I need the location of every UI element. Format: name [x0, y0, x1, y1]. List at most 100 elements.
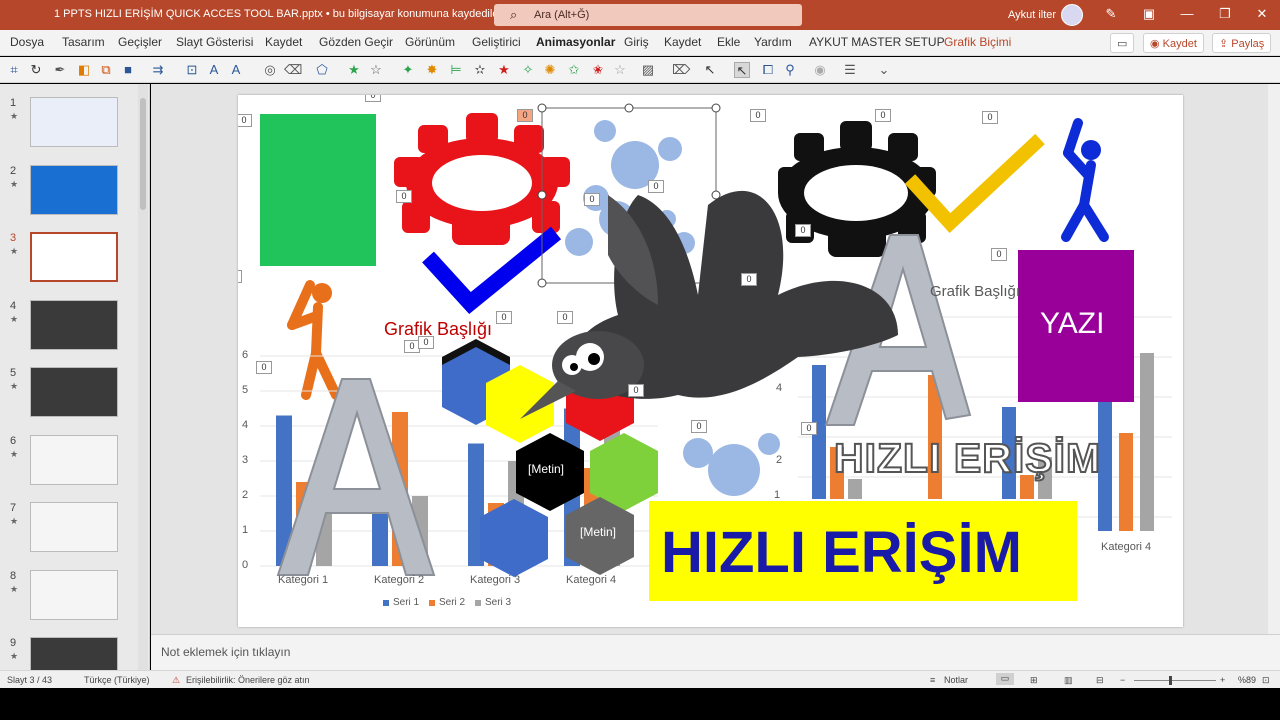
wordart-main-text[interactable]: HIZLI ERİŞİM	[661, 519, 1022, 586]
tab-aykut-master-setup[interactable]: AYKUT MASTER SETUP	[809, 35, 945, 49]
erase-shape-icon[interactable]: ⌦	[672, 62, 690, 78]
fit-slide-icon[interactable]: ⊡	[1262, 675, 1270, 686]
tab-ekle[interactable]: Ekle	[717, 35, 740, 49]
animation-tag[interactable]: 0	[584, 193, 600, 206]
animation-tag[interactable]: 0	[365, 95, 381, 102]
eyedropper-icon[interactable]: ✒	[52, 62, 68, 78]
yazi-text[interactable]: YAZI	[1040, 307, 1104, 341]
animation-tag[interactable]: 0	[795, 224, 811, 237]
animation-tag[interactable]: 0	[628, 384, 644, 397]
animation-tag[interactable]: 0	[875, 109, 891, 122]
star-emphasis-icon[interactable]: ✫	[472, 62, 488, 78]
more-commands-icon[interactable]: ⌄	[876, 62, 892, 78]
notes-toggle-label[interactable]: Notlar	[944, 675, 968, 685]
star-exit-icon[interactable]: ✬	[590, 62, 606, 78]
zoom-slider[interactable]	[1134, 680, 1216, 681]
slide-thumbnail-6[interactable]	[30, 435, 118, 485]
star-disabled-icon[interactable]: ☆	[612, 62, 628, 78]
slide-thumbnail-8[interactable]	[30, 570, 118, 620]
text-effect-icon[interactable]: A	[228, 62, 244, 78]
spark-icon[interactable]: ✺	[542, 62, 558, 78]
slide-thumbnail-2[interactable]	[30, 165, 118, 215]
language-indicator[interactable]: Türkçe (Türkiye)	[84, 675, 150, 685]
chart-title-right[interactable]: Grafik Başlığı	[930, 283, 1020, 300]
close-icon[interactable]: ✕	[1252, 6, 1272, 24]
blue-baseball-player-icon[interactable]	[1061, 118, 1109, 242]
star-outline-icon[interactable]: ☆	[368, 62, 384, 78]
zoom-in-icon[interactable]: +	[1220, 675, 1225, 685]
slide-sorter-icon[interactable]: ⊞	[1030, 675, 1038, 686]
animation-tag[interactable]: 0	[238, 114, 252, 127]
animation-tag[interactable]: 0	[991, 248, 1007, 261]
restore-icon[interactable]: ❐	[1215, 6, 1235, 24]
animation-tag[interactable]: 0	[801, 422, 817, 435]
bullets-icon[interactable]: ☰	[842, 62, 858, 78]
slide-canvas[interactable]: Grafik Başlığı Grafik Başlığı 0 1 2 3 4 5 6 Ka…	[238, 95, 1183, 627]
animation-tag[interactable]: 0	[396, 190, 412, 203]
crop-icon[interactable]: ⌗	[6, 62, 22, 78]
animation-tag[interactable]: 0	[982, 111, 998, 124]
ribbon-display-icon[interactable]: ▣	[1139, 6, 1159, 24]
tab-kaydet[interactable]: Kaydet	[265, 35, 302, 49]
effect-options-icon[interactable]: ✧	[520, 62, 536, 78]
select-arrow-icon[interactable]: ↖	[702, 62, 718, 78]
reading-view-icon[interactable]: ▥	[1064, 675, 1073, 686]
hexagon-label-1[interactable]: [Metin]	[528, 462, 564, 476]
search-box[interactable]: ⌕ Ara (Alt+Ğ)	[494, 4, 802, 26]
tab-gorunum[interactable]: Görünüm	[405, 35, 455, 49]
slide-thumbnail-7[interactable]	[30, 502, 118, 552]
format-painter-icon[interactable]: ⚲	[782, 62, 798, 78]
slide-thumbnail-3[interactable]	[30, 232, 118, 282]
share-button[interactable]: ⇪ Paylaş	[1212, 33, 1272, 53]
animation-tag[interactable]: 0	[256, 361, 272, 374]
fill-color-icon[interactable]: ■	[120, 62, 136, 78]
tab-gecisler[interactable]: Geçişler	[118, 35, 162, 49]
animation-tag[interactable]: 0	[496, 311, 512, 324]
star-entrance-icon[interactable]: ✩	[566, 62, 582, 78]
avatar[interactable]	[1061, 4, 1083, 26]
burst-icon[interactable]: ✸	[424, 62, 440, 78]
group-icon[interactable]: ⧉	[98, 62, 114, 78]
star-red-icon[interactable]: ★	[496, 62, 512, 78]
tab-giris[interactable]: Giriş	[624, 35, 649, 49]
red-conference-table-icon[interactable]	[394, 113, 570, 245]
tab-kaydet-2[interactable]: Kaydet	[664, 35, 701, 49]
animation-tag[interactable]: 0	[741, 273, 757, 286]
zoom-out-icon[interactable]: −	[1120, 675, 1125, 685]
gradient-icon[interactable]: ▨	[640, 62, 656, 78]
slide-thumbnail-4[interactable]	[30, 300, 118, 350]
orange-baseball-player-icon[interactable]	[287, 280, 341, 400]
save-button[interactable]: ◉ Kaydet	[1143, 33, 1204, 53]
selection-pane-icon[interactable]: ⧠	[760, 62, 776, 78]
green-rectangle[interactable]	[260, 114, 376, 266]
chart-title-left[interactable]: Grafik Başlığı	[384, 319, 492, 340]
radio-icon[interactable]: ◉	[812, 62, 828, 78]
thumbnails-scroll-thumb[interactable]	[140, 98, 146, 210]
notes-pane[interactable]: Not eklemek için tıklayın	[151, 634, 1280, 670]
hexagon-label-2[interactable]: [Metin]	[580, 525, 616, 539]
notes-placeholder[interactable]: Not eklemek için tıklayın	[161, 645, 290, 659]
tab-animasyonlar[interactable]: Animasyonlar	[536, 35, 615, 49]
accessibility-status[interactable]: Erişilebilirlik: Önerilere göz atın	[186, 675, 310, 685]
normal-view-icon[interactable]: ▭	[996, 673, 1014, 685]
comments-icon[interactable]: ▭	[1110, 33, 1134, 53]
animation-tag[interactable]: 0	[750, 109, 766, 122]
user-name[interactable]: Aykut ilter	[1008, 9, 1056, 21]
slideshow-icon[interactable]: ⊟	[1096, 675, 1104, 686]
shape-outline-icon[interactable]: ◎	[262, 62, 278, 78]
animation-tag[interactable]: 0	[418, 336, 434, 349]
tab-tasarim[interactable]: Tasarım	[62, 35, 105, 49]
animation-tag[interactable]: 0	[691, 420, 707, 433]
arrange-icon[interactable]: ⇉	[150, 62, 166, 78]
editor-scrollbar[interactable]	[1268, 84, 1280, 634]
zoom-level[interactable]: %89	[1238, 675, 1256, 685]
shape-fill-icon[interactable]: ⬠	[314, 62, 330, 78]
tab-yardim[interactable]: Yardım	[754, 35, 792, 49]
animation-tag[interactable]: 0	[557, 311, 573, 324]
refresh-icon[interactable]: ↻	[28, 62, 44, 78]
shapes-icon[interactable]: ◧	[76, 62, 92, 78]
textbox-icon[interactable]: A	[206, 62, 222, 78]
path-icon[interactable]: ⊨	[448, 62, 464, 78]
tab-gelistirici[interactable]: Geliştirici	[472, 35, 521, 49]
wordart-outline-text[interactable]: HIZLI ERİŞİM	[833, 434, 1101, 482]
